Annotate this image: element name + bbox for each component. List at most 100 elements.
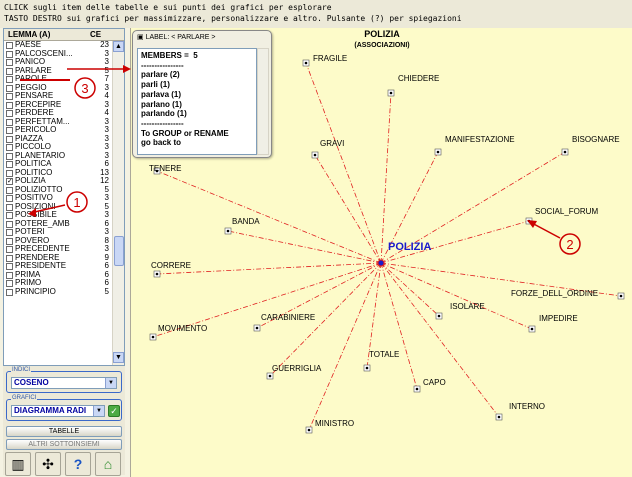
confirm-button[interactable]: ✓ (108, 405, 120, 417)
graph-node-label[interactable]: GUERRIGLIA (272, 364, 322, 373)
col-ce-header[interactable]: CE (90, 30, 101, 39)
checkbox[interactable] (6, 84, 13, 92)
checkbox[interactable] (6, 229, 13, 236)
center-node[interactable] (377, 259, 385, 267)
list-item[interactable]: PICCOLO 3 (4, 142, 112, 152)
checkbox[interactable] (6, 127, 13, 134)
center-label[interactable]: POLIZIA (388, 241, 431, 253)
list-item[interactable]: PENSARE 4 (4, 91, 112, 101)
network-button[interactable]: ✣ (35, 452, 61, 476)
graph-node-label[interactable]: SOCIAL_FORUM (535, 207, 598, 216)
checkbox[interactable] (6, 59, 13, 66)
checkbox[interactable] (6, 42, 13, 49)
export-button[interactable]: ▥ (5, 452, 31, 476)
help-button[interactable]: ? (65, 452, 91, 476)
graph-node-label[interactable]: IMPEDIRE (539, 314, 578, 323)
list-item[interactable]: PLANETARIO 3 (4, 151, 112, 161)
checkbox[interactable] (6, 195, 13, 202)
checkbox[interactable] (6, 76, 13, 83)
checkbox[interactable] (6, 152, 13, 160)
checkbox[interactable] (6, 67, 13, 75)
graph-node-label[interactable]: ISOLARE (450, 302, 485, 311)
checkbox[interactable] (6, 271, 13, 279)
list-item[interactable]: PRECEDENTE 3 (4, 244, 112, 254)
checkbox[interactable] (6, 203, 13, 211)
indici-select[interactable]: COSENO ▼ (11, 377, 117, 389)
graph-node-label[interactable]: BANDA (232, 217, 260, 226)
graph-node-label[interactable]: GRAVI (320, 139, 344, 148)
list-item[interactable]: PRINCIPIO 5 (4, 287, 112, 297)
checkbox[interactable] (6, 144, 13, 151)
graph-node-label[interactable]: CARABINIERE (261, 313, 315, 322)
checkbox[interactable] (6, 263, 13, 270)
list-item[interactable]: POTERE_AMB 6 (4, 219, 112, 229)
graph-node-label[interactable]: FORZE_DELL_ORDINE (511, 289, 598, 298)
graph-node-label[interactable]: TENERE (149, 164, 181, 173)
chevron-down-icon[interactable]: ▼ (93, 406, 104, 416)
graph-node-label[interactable]: FRAGILE (313, 54, 347, 63)
scroll-up-icon[interactable]: ▲ (113, 41, 124, 52)
list-scrollbar[interactable]: ▲ ▼ (112, 41, 124, 365)
list-item[interactable]: PERICOLO 3 (4, 125, 112, 135)
list-item[interactable]: ✓ POLIZIA 12 (4, 176, 112, 186)
checkbox[interactable] (6, 186, 13, 194)
list-item[interactable]: PANICO 3 (4, 57, 112, 67)
checkbox[interactable] (6, 212, 13, 219)
label-window-line[interactable]: go back to (141, 138, 253, 148)
graph-node-label[interactable]: CAPO (423, 378, 446, 387)
list-item[interactable]: PRENDERE 9 (4, 253, 112, 263)
list-item[interactable]: PIAZZA 3 (4, 134, 112, 144)
list-item[interactable]: POVERO 8 (4, 236, 112, 246)
list-item[interactable]: PRESIDENTE 6 (4, 261, 112, 271)
checkbox[interactable] (6, 246, 13, 253)
list-item[interactable]: PERCEPIRE 3 (4, 100, 112, 110)
graph-node-label[interactable]: BISOGNARE (572, 135, 620, 144)
checkbox[interactable] (6, 110, 13, 117)
list-item[interactable]: POTERI 3 (4, 227, 112, 237)
checkbox[interactable] (6, 280, 13, 287)
checkbox[interactable] (6, 93, 13, 100)
list-item[interactable]: PEGGIO 3 (4, 83, 112, 93)
list-item[interactable]: POLITICO 13 (4, 168, 112, 178)
checkbox[interactable] (6, 101, 13, 109)
scroll-thumb[interactable] (114, 236, 124, 266)
label-window-line[interactable]: To GROUP or RENAME (141, 129, 253, 139)
list-item[interactable]: PRIMO 6 (4, 278, 112, 288)
list-item[interactable]: POSITIVO 3 (4, 193, 112, 203)
list-item[interactable]: POSIZIONI 5 (4, 202, 112, 212)
graph-node-label[interactable]: MINISTRO (315, 419, 354, 428)
graph-node-label[interactable]: CHIEDERE (398, 74, 439, 83)
grafici-select[interactable]: DIAGRAMMA RADI ▼ (11, 405, 105, 417)
list-item[interactable]: POLITICA 6 (4, 159, 112, 169)
checkbox[interactable] (6, 254, 13, 262)
list-item[interactable]: POSSIBILE 3 (4, 210, 112, 220)
list-item[interactable]: PAESE 23 (4, 41, 112, 50)
checkbox[interactable] (6, 220, 13, 228)
chevron-down-icon[interactable]: ▼ (105, 378, 116, 388)
label-window-scrollbar[interactable] (257, 48, 269, 155)
checkbox[interactable] (6, 135, 13, 143)
graph-node-label[interactable]: INTERNO (509, 402, 545, 411)
graph-node-label[interactable]: MOVIMENTO (158, 324, 207, 333)
list-item[interactable]: PERDERE 4 (4, 108, 112, 118)
altri-sottoinsiemi-button[interactable]: ALTRI SOTTOINSIEMI (6, 439, 122, 450)
home-button[interactable]: ⌂ (95, 452, 121, 476)
list-item[interactable]: PERFETTAM... 3 (4, 117, 112, 127)
graph-node-label[interactable]: CORRERE (151, 261, 191, 270)
checkbox[interactable] (6, 288, 13, 296)
graph-node-label[interactable]: TOTALE (369, 350, 399, 359)
list-item[interactable]: PAROLE 7 (4, 74, 112, 84)
list-item[interactable]: POLIZIOTTO 5 (4, 185, 112, 195)
checkbox[interactable] (6, 118, 13, 126)
checkbox[interactable] (6, 169, 13, 177)
checkbox[interactable] (6, 161, 13, 168)
list-item[interactable]: PALCOSCENI... 3 (4, 49, 112, 59)
list-item[interactable]: PRIMA 6 (4, 270, 112, 280)
list-item[interactable]: PARLARE 5 (4, 66, 112, 76)
graph-node-label[interactable]: MANIFESTAZIONE (445, 135, 515, 144)
checkbox[interactable] (6, 237, 13, 245)
scroll-down-icon[interactable]: ▼ (113, 352, 124, 363)
tabelle-button[interactable]: TABELLE (6, 426, 122, 437)
label-window-titlebar[interactable]: ▣ LABEL: < PARLARE > (133, 31, 271, 45)
checkbox[interactable]: ✓ (6, 178, 13, 185)
